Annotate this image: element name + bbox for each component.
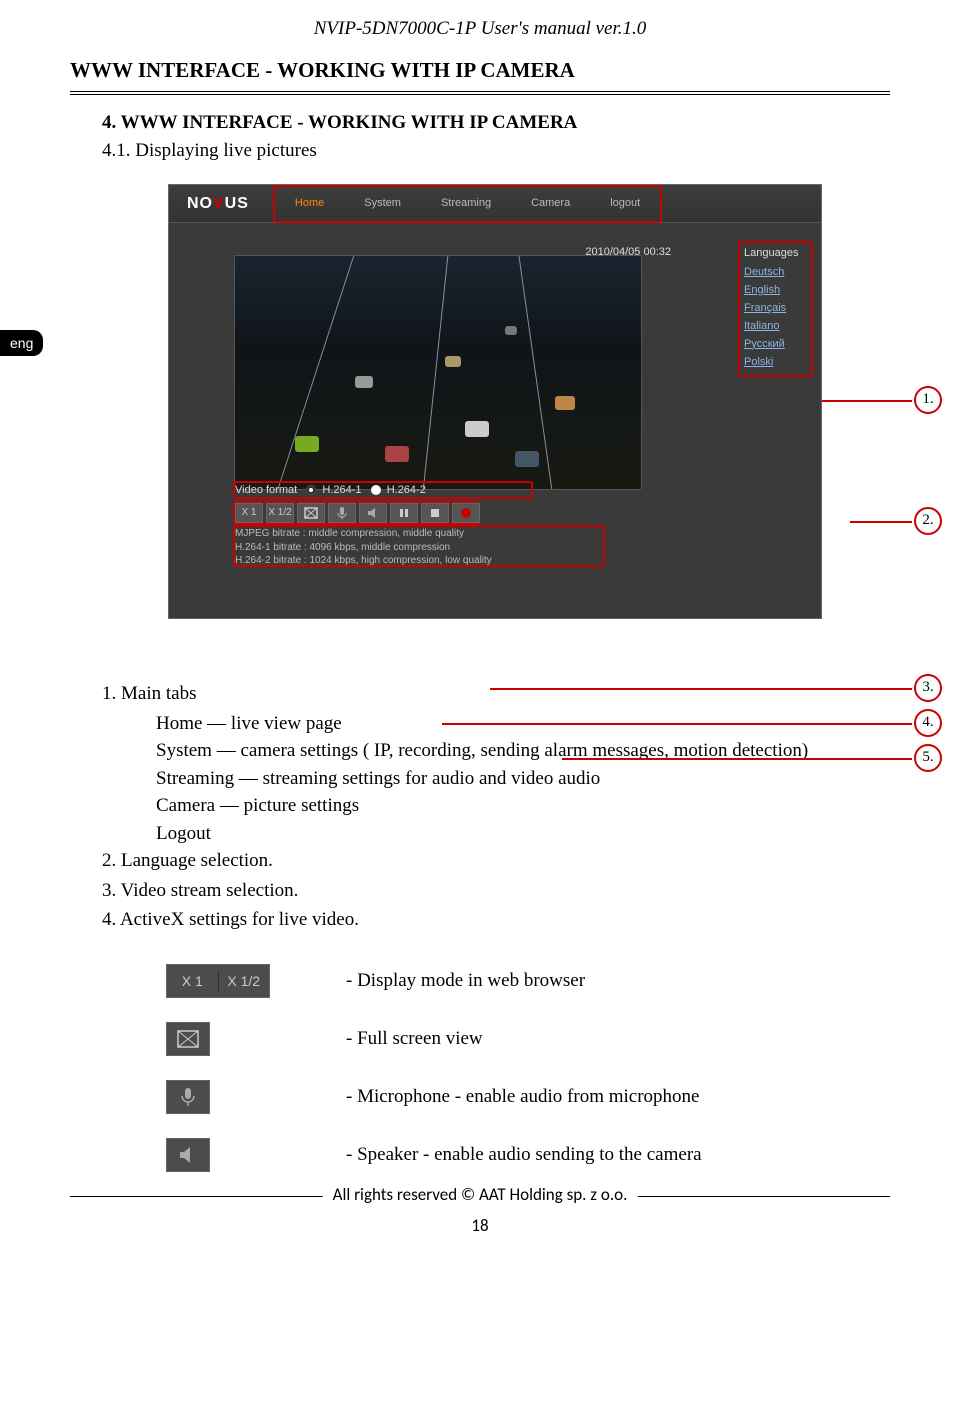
list-item-3: 3. Video stream selection. — [102, 877, 890, 905]
video-format-label: Video format — [235, 484, 297, 496]
lang-english[interactable]: English — [744, 282, 807, 300]
activex-toolbar: X 1 X 1/2 — [235, 503, 480, 523]
speaker-icon — [166, 1138, 210, 1172]
fullscreen-desc: - Full screen view — [346, 1025, 483, 1053]
icon-legend-table: X 1 X 1/2 - Display mode in web browser … — [166, 964, 890, 1172]
callout-4: 4. — [914, 709, 942, 737]
microphone-icon — [166, 1080, 210, 1114]
nav-system[interactable]: System — [344, 190, 421, 218]
lang-polski[interactable]: Polski — [744, 354, 807, 372]
bitrate-h264-2: H.264-2 bitrate : 1024 kbps, high compre… — [235, 554, 492, 568]
radio-h264-2[interactable] — [371, 485, 381, 495]
subchapter-heading: 4.1. Displaying live pictures — [102, 137, 890, 165]
live-preview — [234, 255, 642, 490]
list-item-4: 4. ActiveX settings for live video. — [102, 906, 890, 934]
chapter-heading: 4. WWW INTERFACE - WORKING WITH IP CAMER… — [102, 109, 890, 137]
callout-3: 3. — [914, 674, 942, 702]
sub-system: System — camera settings ( IP, recording… — [102, 737, 890, 765]
bitrate-info: MJPEG bitrate : middle compression, midd… — [235, 527, 492, 568]
video-format-opt1: H.264-1 — [322, 484, 361, 496]
lang-francais[interactable]: Français — [744, 300, 807, 318]
legend-row-fullscreen: - Full screen view — [166, 1022, 890, 1056]
callout-line-4 — [442, 723, 912, 725]
stop-button[interactable] — [421, 503, 449, 523]
legend-row-display-mode: X 1 X 1/2 - Display mode in web browser — [166, 964, 890, 998]
bitrate-h264-1: H.264-1 bitrate : 4096 kbps, middle comp… — [235, 541, 492, 555]
page-number: 18 — [70, 1197, 890, 1258]
callout-5: 5. — [914, 744, 942, 772]
sub-streaming: Streaming — streaming settings for audio… — [102, 765, 890, 793]
video-format-row: Video format H.264-1 H.264-2 — [235, 483, 426, 499]
screenshot-body: 2010/04/05 00:32 — [169, 223, 821, 490]
fullscreen-icon — [166, 1022, 210, 1056]
speaker-desc: - Speaker - enable audio sending to the … — [346, 1141, 702, 1169]
main-nav: Home System Streaming Camera logout — [275, 187, 660, 221]
section-header: WWW INTERFACE - WORKING WITH IP CAMERA — [70, 58, 890, 95]
pause-button[interactable] — [390, 503, 418, 523]
language-header: Languages — [744, 246, 807, 262]
nav-home[interactable]: Home — [275, 190, 344, 218]
speaker-button[interactable] — [359, 503, 387, 523]
mic-button[interactable] — [328, 503, 356, 523]
callout-2: 2. — [914, 507, 942, 535]
display-mode-icon: X 1 X 1/2 — [166, 964, 270, 998]
legend-row-microphone: - Microphone - enable audio from microph… — [166, 1080, 890, 1114]
radio-h264-1[interactable] — [306, 485, 316, 495]
legend-row-speaker: - Speaker - enable audio sending to the … — [166, 1138, 890, 1172]
zoom-x1-button[interactable]: X 1 — [235, 503, 263, 523]
nav-streaming[interactable]: Streaming — [421, 190, 511, 218]
top-bar: NOVUS Home System Streaming Camera logou… — [169, 185, 821, 223]
list-item-1: 1. Main tabs — [102, 680, 890, 708]
display-mode-desc: - Display mode in web browser — [346, 967, 585, 995]
lang-deutsch[interactable]: Deutsch — [744, 264, 807, 282]
nav-camera[interactable]: Camera — [511, 190, 590, 218]
doc-title: NVIP-5DN7000C-1P User's manual ver.1.0 — [70, 0, 890, 58]
camera-ui-screenshot: NOVUS Home System Streaming Camera logou… — [168, 184, 822, 619]
lang-italiano[interactable]: Italiano — [744, 318, 807, 336]
sub-logout: Logout — [102, 820, 890, 848]
fullscreen-button[interactable] — [297, 503, 325, 523]
lang-russian[interactable]: Русский — [744, 336, 807, 354]
list-item-2: 2. Language selection. — [102, 847, 890, 875]
record-button[interactable] — [452, 503, 480, 523]
callout-line-5 — [562, 758, 912, 760]
footer-rule: All rights reserved © AAT Holding sp. z … — [70, 1196, 890, 1197]
x12-label: X 1/2 — [219, 971, 270, 991]
bitrate-mjpeg: MJPEG bitrate : middle compression, midd… — [235, 527, 492, 541]
callout-line-3 — [490, 688, 912, 690]
x1-label: X 1 — [167, 971, 219, 991]
logo: NOVUS — [169, 192, 267, 215]
nav-logout[interactable]: logout — [590, 190, 660, 218]
zoom-x12-button[interactable]: X 1/2 — [266, 503, 294, 523]
language-panel: Languages Deutsch English Français Itali… — [738, 241, 813, 377]
callout-1: 1. — [914, 386, 942, 414]
sub-camera: Camera — picture settings — [102, 792, 890, 820]
video-format-opt2: H.264-2 — [387, 484, 426, 496]
microphone-desc: - Microphone - enable audio from microph… — [346, 1083, 700, 1111]
nav-highlight-box: Home System Streaming Camera logout — [273, 185, 662, 223]
copyright: All rights reserved © AAT Holding sp. z … — [323, 1184, 638, 1205]
